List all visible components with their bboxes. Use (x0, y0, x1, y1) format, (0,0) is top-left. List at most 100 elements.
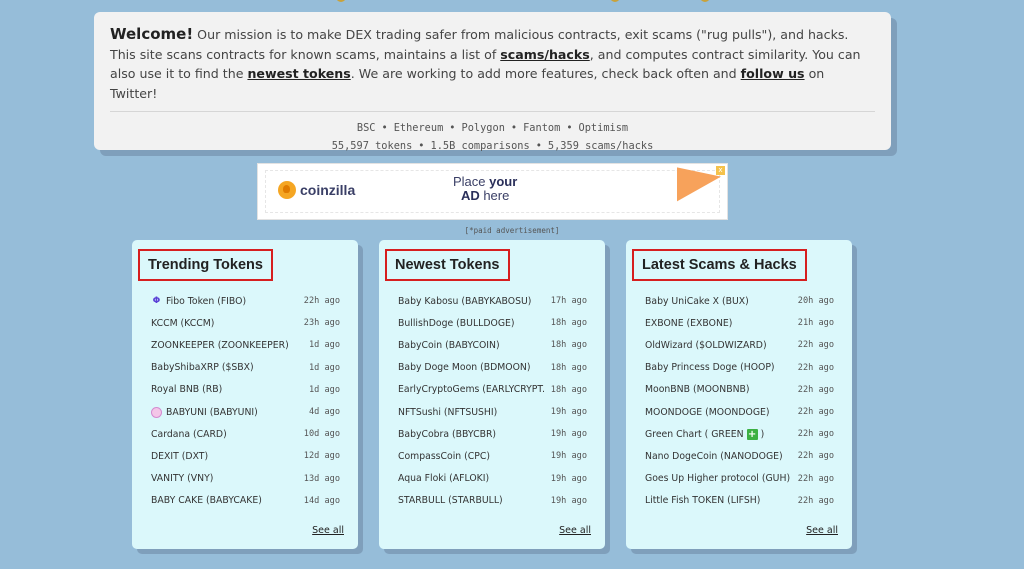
token-name[interactable]: MOONDOGE (MOONDOGE) (645, 407, 792, 418)
chain-ethereum: Ethereum (393, 122, 444, 134)
token-list-item[interactable]: MoonBNB (MOONBNB) 22h ago (645, 379, 834, 401)
welcome-card: Welcome! Our mission is to make DEX trad… (94, 12, 891, 152)
token-age: 19h ago (550, 407, 587, 418)
token-list-item[interactable]: Nano DogeCoin (NANODOGE) 22h ago (645, 445, 834, 467)
token-name[interactable]: Green Chart ( GREEN +) (645, 428, 792, 440)
token-list-item[interactable]: BabyCobra (BBYCBR) 19h ago (398, 423, 587, 445)
token-name[interactable]: Φ Fibo Token (FIBO) (151, 296, 298, 307)
token-list-item[interactable]: BabyShibaXRP ($SBX) 1d ago (151, 357, 340, 379)
token-name[interactable]: MoonBNB (MOONBNB) (645, 384, 792, 395)
token-name[interactable]: Goes Up Higher protocol (GUH) (645, 473, 792, 484)
token-name[interactable]: ZOONKEEPER (ZOONKEEPER) (151, 340, 303, 351)
token-list-item[interactable]: CompassCoin (CPC) 19h ago (398, 445, 587, 467)
token-name-text: OldWizard ($OLDWIZARD) (645, 339, 767, 351)
coinzilla-logo: coinzilla (278, 181, 355, 199)
site-stats: 55,597 tokens • 1.5B comparisons • 5,359 sca… (110, 137, 875, 155)
token-list-item[interactable]: Baby Kabosu (BABYKABOSU) 17h ago (398, 290, 587, 312)
chain-optimism: Optimism (578, 122, 629, 134)
token-list-item[interactable]: Green Chart ( GREEN +) 22h ago (645, 423, 834, 445)
token-list-item[interactable]: Cardana (CARD) 10d ago (151, 423, 340, 445)
token-name[interactable]: OldWizard ($OLDWIZARD) (645, 340, 792, 351)
token-name[interactable]: Little Fish TOKEN (LIFSH) (645, 495, 792, 506)
token-list-item[interactable]: Baby UniCake X (BUX) 20h ago (645, 290, 834, 312)
token-name[interactable]: STARBULL (STARBULL) (398, 495, 545, 506)
token-name[interactable]: BabyCobra (BBYCBR) (398, 429, 545, 440)
follow-us-link[interactable]: follow us (741, 66, 805, 81)
bullet-separator: • (418, 140, 425, 152)
token-list-item[interactable]: BABYUNI (BABYUNI) 4d ago (151, 401, 340, 423)
token-age: 22h ago (797, 384, 834, 395)
token-name[interactable]: NFTSushi (NFTSUSHI) (398, 407, 545, 418)
token-name[interactable]: Baby Doge Moon (BDMOON) (398, 362, 545, 373)
decoration-dot (700, 0, 710, 2)
token-list-item[interactable]: OldWizard ($OLDWIZARD) 22h ago (645, 334, 834, 356)
stat-scams: 5,359 scams/hacks (547, 140, 654, 152)
token-name[interactable]: DEXIT (DXT) (151, 451, 298, 462)
token-name[interactable]: Nano DogeCoin (NANODOGE) (645, 451, 792, 462)
token-list-item[interactable]: Royal BNB (RB) 1d ago (151, 379, 340, 401)
token-list-item[interactable]: BabyCoin (BABYCOIN) 18h ago (398, 334, 587, 356)
trending-see-all-link[interactable]: See all (312, 525, 344, 536)
newest-see-all-link[interactable]: See all (559, 525, 591, 536)
token-list-item[interactable]: DEXIT (DXT) 12d ago (151, 445, 340, 467)
token-age: 19h ago (550, 495, 587, 506)
token-name[interactable]: Cardana (CARD) (151, 429, 298, 440)
token-list-item[interactable]: MOONDOGE (MOONDOGE) 22h ago (645, 401, 834, 423)
scams-hacks-link[interactable]: scams/hacks (500, 47, 589, 62)
scams-see-all-link[interactable]: See all (806, 525, 838, 536)
token-list-item[interactable]: Little Fish TOKEN (LIFSH) 22h ago (645, 490, 834, 512)
token-list-item[interactable]: STARBULL (STARBULL) 19h ago (398, 490, 587, 512)
bullet-separator: • (566, 122, 573, 134)
token-list-item[interactable]: Baby Doge Moon (BDMOON) 18h ago (398, 357, 587, 379)
token-name-text: Fibo Token (FIBO) (166, 295, 247, 307)
token-list-item[interactable]: EarlyCryptoGems (EARLYCRYPT... 18h ago (398, 379, 587, 401)
token-age: 1d ago (308, 362, 340, 373)
newest-tokens-link[interactable]: newest tokens (247, 66, 350, 81)
token-list-item[interactable]: VANITY (VNY) 13d ago (151, 468, 340, 490)
token-name[interactable]: Baby Princess Doge (HOOP) (645, 362, 792, 373)
token-list-item[interactable]: Goes Up Higher protocol (GUH) 22h ago (645, 468, 834, 490)
token-list-item[interactable]: Φ Fibo Token (FIBO) 22h ago (151, 290, 340, 312)
token-list-item[interactable]: Aqua Floki (AFLOKI) 19h ago (398, 468, 587, 490)
token-name[interactable]: CompassCoin (CPC) (398, 451, 545, 462)
token-list-item[interactable]: BABY CAKE (BABYCAKE) 14d ago (151, 490, 340, 512)
token-age: 12d ago (303, 451, 340, 462)
token-name-text: Baby Kabosu (BABYKABOSU) (398, 295, 532, 307)
ad-text: Place (453, 174, 490, 189)
token-name[interactable]: BABY CAKE (BABYCAKE) (151, 495, 298, 506)
ad-close-icon[interactable]: x (716, 166, 725, 175)
token-name[interactable]: KCCM (KCCM) (151, 318, 298, 329)
token-name[interactable]: BabyShibaXRP ($SBX) (151, 362, 303, 373)
token-name[interactable]: EarlyCryptoGems (EARLYCRYPT... (398, 384, 545, 395)
token-name[interactable]: Baby Kabosu (BABYKABOSU) (398, 296, 545, 307)
newest-tokens-card: Newest Tokens Baby Kabosu (BABYKABOSU) 17… (379, 240, 605, 549)
token-name[interactable]: BullishDoge (BULLDOGE) (398, 318, 545, 329)
token-name[interactable]: Baby UniCake X (BUX) (645, 296, 792, 307)
token-name-text: NFTSushi (NFTSUSHI) (398, 406, 498, 418)
token-list-item[interactable]: ZOONKEEPER (ZOONKEEPER) 1d ago (151, 334, 340, 356)
token-list-item[interactable]: EXBONE (EXBONE) 21h ago (645, 312, 834, 334)
token-name-text: STARBULL (STARBULL) (398, 495, 503, 507)
token-name[interactable]: BABYUNI (BABYUNI) (151, 406, 303, 418)
token-age: 18h ago (550, 318, 587, 329)
token-age: 19h ago (550, 429, 587, 440)
token-age: 22h ago (797, 495, 834, 506)
token-name[interactable]: VANITY (VNY) (151, 473, 298, 484)
token-name[interactable]: EXBONE (EXBONE) (645, 318, 792, 329)
token-list-item[interactable]: NFTSushi (NFTSUSHI) 19h ago (398, 401, 587, 423)
token-list-item[interactable]: KCCM (KCCM) 23h ago (151, 312, 340, 334)
latest-scams-title: Latest Scams & Hacks (632, 249, 807, 281)
trending-tokens-card: Trending Tokens Φ Fibo Token (FIBO) 22h ag… (132, 240, 358, 549)
welcome-text: . We are working to add more features, c… (350, 66, 741, 81)
token-name[interactable]: Royal BNB (RB) (151, 384, 303, 395)
token-list-item[interactable]: Baby Princess Doge (HOOP) 22h ago (645, 357, 834, 379)
ad-place-text: Place your AD here (453, 175, 517, 203)
token-name-text: CompassCoin (CPC) (398, 450, 490, 462)
token-name[interactable]: Aqua Floki (AFLOKI) (398, 473, 545, 484)
token-age: 1d ago (308, 340, 340, 351)
token-name[interactable]: BabyCoin (BABYCOIN) (398, 340, 545, 351)
token-name-text: MoonBNB (MOONBNB) (645, 384, 750, 396)
advertisement-banner[interactable]: coinzilla Place your AD here x (257, 163, 728, 220)
token-name-text: EarlyCryptoGems (EARLYCRYPT... (398, 384, 545, 396)
token-list-item[interactable]: BullishDoge (BULLDOGE) 18h ago (398, 312, 587, 334)
